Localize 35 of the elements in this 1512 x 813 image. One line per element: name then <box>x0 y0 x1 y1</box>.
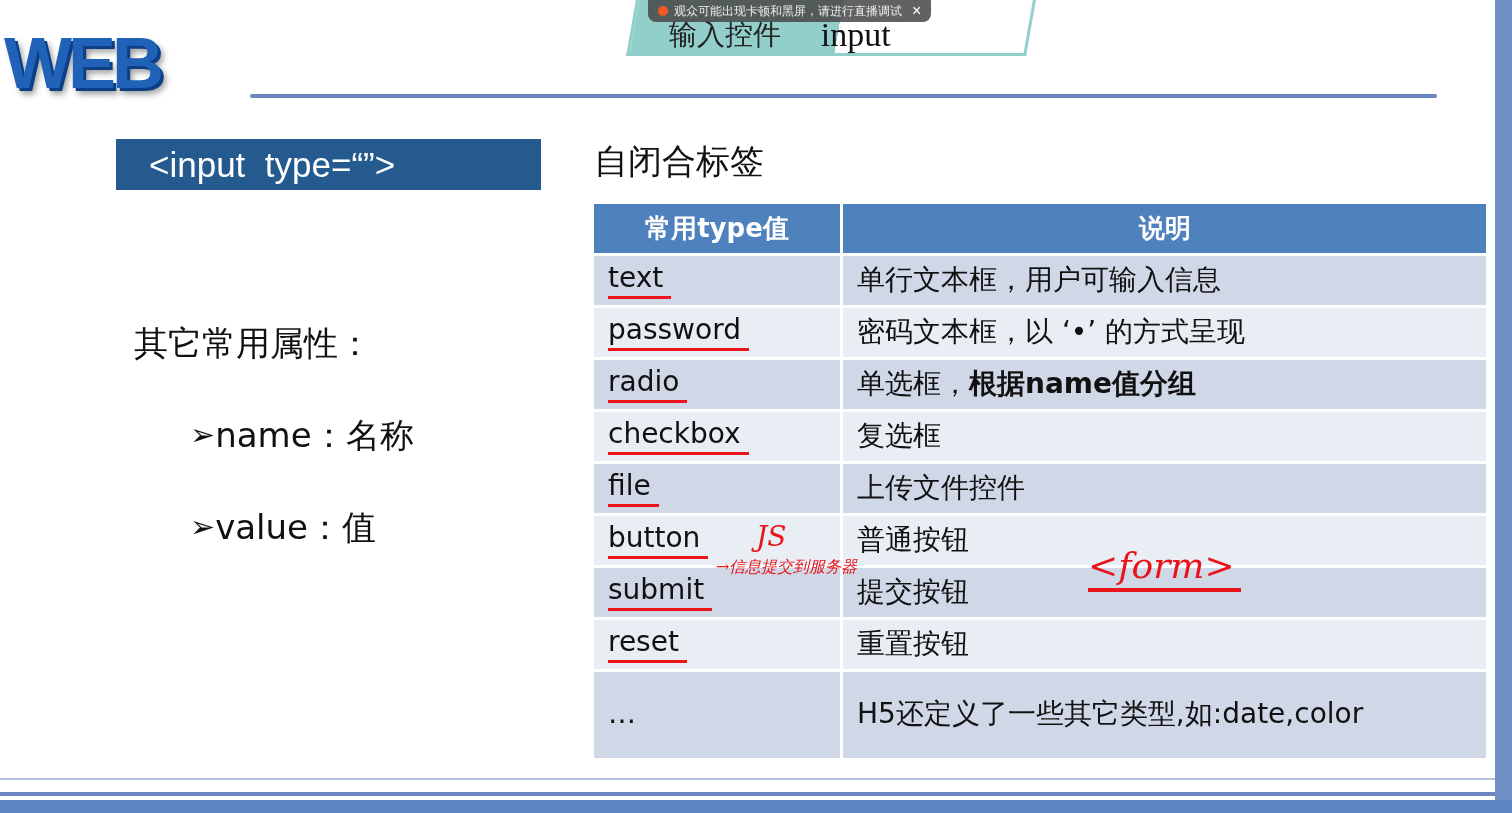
bullet-icon: ➢ <box>190 502 216 552</box>
status-dot-icon <box>658 6 668 16</box>
toast-message: 观众可能出现卡顿和黑屏，请进行直播调试 <box>674 3 902 19</box>
web-logo: WEB <box>4 22 162 105</box>
syntax-box: <input type=“”> <box>116 139 541 190</box>
table-cell: 密码文本框，以 ‘•’ 的方式呈现 <box>857 315 1246 350</box>
table-cell: radio <box>608 366 688 403</box>
section-heading: 自闭合标签 <box>594 140 765 183</box>
table-cell: … <box>608 698 636 732</box>
table-cell: 提交按钮 <box>857 575 969 610</box>
table-cell: checkbox <box>608 418 749 455</box>
table-cell: text <box>608 262 672 299</box>
close-button[interactable]: × <box>908 1 926 21</box>
table-cell: 单行文本框，用户可输入信息 <box>857 263 1221 298</box>
attribute-text: value：值 <box>215 506 376 549</box>
table-cell: 普通按钮 <box>857 523 969 558</box>
table-cell: H5还定义了一些其它类型,如:date,color <box>857 698 1364 732</box>
table-cell: password <box>608 314 749 351</box>
attributes-heading: 其它常用属性： <box>134 322 373 365</box>
column-header: 常用type值 <box>594 204 840 253</box>
table-cell: 重置按钮 <box>857 627 969 662</box>
handwritten-note: <form> <box>1088 544 1241 592</box>
handwritten-note: →信息提交到服务器 <box>716 557 859 576</box>
slide-subtitle: input <box>820 19 891 51</box>
table-cell: reset <box>608 626 687 663</box>
column-header: 说明 <box>843 204 1486 253</box>
table-cell: 单选框，根据name值分组 <box>857 367 1196 402</box>
table-cell: 上传文件控件 <box>857 471 1025 506</box>
slide-title: 输入控件 <box>668 19 781 51</box>
table-cell: button <box>608 522 709 559</box>
attribute-text: name：名称 <box>215 414 414 457</box>
table-cell: file <box>608 470 659 507</box>
bullet-icon: ➢ <box>190 410 216 460</box>
table-cell: submit <box>608 574 713 611</box>
table-cell: 复选框 <box>857 419 941 454</box>
